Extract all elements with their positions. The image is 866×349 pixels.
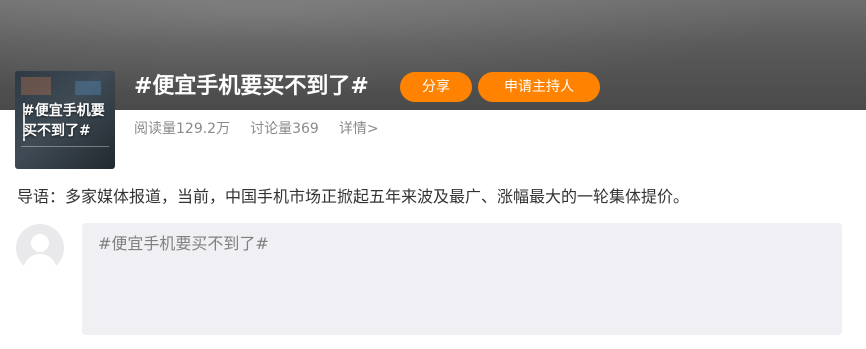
topic-title: #便宜手机要买不到了# <box>134 74 369 99</box>
topic-stats: 阅读量129.2万 讨论量369 详情> <box>134 119 379 139</box>
topic-cover-image: #便宜手机要 买不到了# <box>15 71 115 169</box>
cover-title-text: #便宜手机要 买不到了# <box>23 103 105 139</box>
default-avatar-icon <box>16 224 64 272</box>
topic-intro: 导语：多家媒体报道，当前，中国手机市场正掀起五年来波及最广、涨幅最大的一轮集体提… <box>17 187 690 206</box>
comment-placeholder: #便宜手机要买不到了# <box>98 234 269 253</box>
apply-host-button[interactable]: 申请主持人 <box>478 72 600 102</box>
read-count: 阅读量129.2万 <box>134 121 231 137</box>
comment-input[interactable]: #便宜手机要买不到了# <box>82 223 842 335</box>
details-link[interactable]: 详情> <box>339 119 379 139</box>
discussion-count: 讨论量369 <box>250 121 319 137</box>
share-button[interactable]: 分享 <box>400 72 472 102</box>
